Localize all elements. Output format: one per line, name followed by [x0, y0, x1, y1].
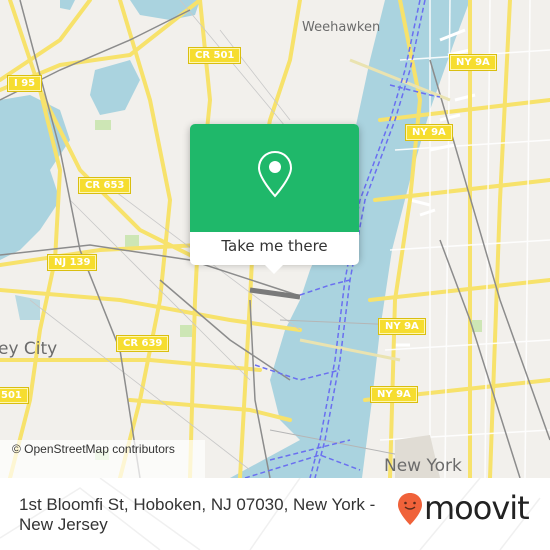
popup-tail	[264, 264, 284, 274]
shield-cr-653: CR 653	[77, 177, 132, 194]
location-popup: Take me there	[190, 124, 359, 274]
shield-cr-501-south: 501	[0, 387, 29, 404]
attribution-text[interactable]: © OpenStreetMap contributors	[12, 442, 175, 456]
address-text: 1st Bloomfi St, Hoboken, NJ 07030, New Y…	[19, 495, 376, 534]
take-me-there-label: Take me there	[221, 237, 328, 255]
shield-cr-639: CR 639	[115, 335, 170, 352]
place-label-new-york: New York	[384, 456, 462, 476]
shield-i-95: I 95	[6, 75, 43, 92]
take-me-there-button[interactable]: Take me there	[190, 232, 359, 265]
shield-cr-501-north: CR 501	[187, 47, 242, 64]
shield-ny-9a-1: NY 9A	[449, 54, 497, 71]
moovit-pin-icon	[398, 493, 422, 525]
place-label-jersey-city: ey City	[0, 339, 58, 359]
shield-ny-9a-4: NY 9A	[370, 386, 418, 403]
popup-header	[190, 124, 359, 232]
moovit-wordmark: moovit	[424, 489, 530, 527]
shield-nj-139: NJ 139	[46, 254, 98, 271]
place-label-weehawken: Weehawken	[302, 20, 381, 35]
shield-ny-9a-2: NY 9A	[405, 124, 453, 141]
footer-bar: 1st Bloomfi St, Hoboken, NJ 07030, New Y…	[0, 478, 550, 550]
map-attribution: © OpenStreetMap contributors	[0, 440, 205, 478]
shield-ny-9a-3: NY 9A	[378, 318, 426, 335]
moovit-logo[interactable]: moovit	[397, 489, 530, 530]
map-pin-icon	[257, 150, 293, 198]
